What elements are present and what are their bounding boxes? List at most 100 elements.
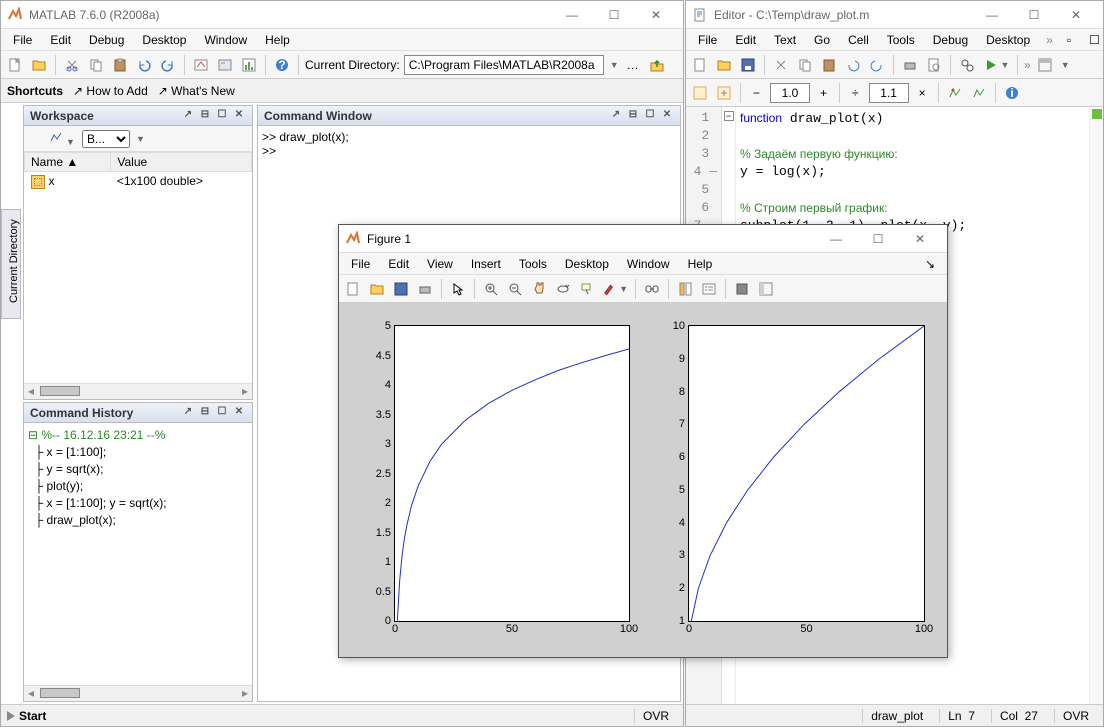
- ws-col-value[interactable]: Value: [111, 153, 252, 172]
- menu-file[interactable]: File: [690, 31, 725, 49]
- list-item[interactable]: ├ x = [1:100]; y = sqrt(x);: [28, 495, 248, 512]
- plus-button[interactable]: +: [814, 86, 833, 100]
- maximize-button[interactable]: ☐: [857, 226, 899, 252]
- close-button[interactable]: ✕: [1055, 2, 1097, 28]
- fold-toggle-icon[interactable]: −: [724, 111, 734, 121]
- save-icon[interactable]: [738, 55, 758, 75]
- close-button[interactable]: ✕: [899, 226, 941, 252]
- minus-button[interactable]: −: [747, 86, 766, 100]
- divide-button[interactable]: ÷: [846, 86, 865, 100]
- menu-help[interactable]: Help: [680, 255, 721, 273]
- rotate-icon[interactable]: [553, 279, 573, 299]
- hide-tools-icon[interactable]: [732, 279, 752, 299]
- undock-icon[interactable]: ↗: [181, 406, 195, 420]
- table-row[interactable]: x <1x100 double>: [25, 172, 252, 191]
- figure-titlebar[interactable]: Figure 1 — ☐ ✕: [339, 225, 947, 253]
- menu-desktop[interactable]: Desktop: [557, 255, 617, 273]
- restore-icon[interactable]: ☐: [1081, 31, 1104, 49]
- scrollbar-horizontal[interactable]: ◂▸: [24, 685, 252, 701]
- menu-desktop[interactable]: Desktop: [134, 31, 194, 49]
- cut-icon[interactable]: [771, 55, 791, 75]
- command-window-header[interactable]: Command Window ↗ ⊟ ☐ ✕: [258, 106, 680, 126]
- dropdown-icon[interactable]: ▼: [610, 60, 619, 70]
- redo-icon[interactable]: [867, 55, 887, 75]
- undo-icon[interactable]: [843, 55, 863, 75]
- zoom-step-input[interactable]: [770, 83, 810, 103]
- info-icon[interactable]: i: [1002, 83, 1022, 103]
- close-panel-icon[interactable]: ✕: [232, 406, 246, 420]
- guide-icon[interactable]: [215, 55, 235, 75]
- undo-icon[interactable]: [134, 55, 154, 75]
- browse-dir-button[interactable]: …: [623, 55, 643, 75]
- simulink-icon[interactable]: [191, 55, 211, 75]
- dock-icon[interactable]: ⊟: [626, 109, 640, 123]
- menu-view[interactable]: View: [419, 255, 461, 273]
- restore-icon[interactable]: ☐: [215, 406, 229, 420]
- zoom-factor-input[interactable]: [869, 83, 909, 103]
- list-item[interactable]: ├ x = [1:100];: [28, 444, 248, 461]
- paste-icon[interactable]: [819, 55, 839, 75]
- minimize-button[interactable]: —: [551, 2, 593, 28]
- menu-go[interactable]: Go: [806, 31, 838, 49]
- menu-help[interactable]: Help: [257, 31, 298, 49]
- workspace-table[interactable]: Name ▲ Value x <1x100 double>: [24, 152, 252, 191]
- menu-text[interactable]: Text: [766, 31, 804, 49]
- list-item[interactable]: ⊟ %-- 16.12.16 23:21 --%: [28, 427, 248, 444]
- print-icon[interactable]: [415, 279, 435, 299]
- menu-edit[interactable]: Edit: [380, 255, 417, 273]
- ws-plot-dropdown[interactable]: ▼: [48, 129, 78, 148]
- undock-icon[interactable]: ↗: [181, 109, 195, 123]
- shortcut-howto[interactable]: ↗ How to Add: [73, 84, 148, 98]
- editor-titlebar[interactable]: Editor - C:\Temp\draw_plot.m — ☐ ✕: [686, 1, 1103, 29]
- dock-icon[interactable]: ⊟: [198, 406, 212, 420]
- publish2-icon[interactable]: [969, 83, 989, 103]
- link-icon[interactable]: [642, 279, 662, 299]
- menu-debug[interactable]: Debug: [81, 31, 132, 49]
- cell-insert-icon[interactable]: [690, 83, 710, 103]
- dock-icon[interactable]: ↘: [917, 255, 943, 273]
- paste-icon[interactable]: [110, 55, 130, 75]
- cut-icon[interactable]: [62, 55, 82, 75]
- times-button[interactable]: ×: [913, 86, 932, 100]
- profiler-icon[interactable]: [239, 55, 259, 75]
- legend-icon[interactable]: [699, 279, 719, 299]
- new-file-icon[interactable]: [5, 55, 25, 75]
- menu-tools[interactable]: Tools: [511, 255, 555, 273]
- minimize-button[interactable]: —: [971, 2, 1013, 28]
- menu-tools[interactable]: Tools: [879, 31, 923, 49]
- colorbar-icon[interactable]: [675, 279, 695, 299]
- close-panel-icon[interactable]: ✕: [660, 109, 674, 123]
- list-item[interactable]: ├ draw_plot(x);: [28, 512, 248, 529]
- print-icon[interactable]: [900, 55, 920, 75]
- menu-cell[interactable]: Cell: [840, 31, 877, 49]
- command-history-header[interactable]: Command History ↗ ⊟ ☐ ✕: [24, 403, 252, 423]
- copy-icon[interactable]: [86, 55, 106, 75]
- menu-desktop[interactable]: Desktop: [978, 31, 1038, 49]
- toolbar-overflow-icon[interactable]: »: [1042, 33, 1057, 47]
- close-button[interactable]: ✕: [635, 2, 677, 28]
- menu-insert[interactable]: Insert: [463, 255, 509, 273]
- open-folder-icon[interactable]: [367, 279, 387, 299]
- cell-eval-icon[interactable]: [714, 83, 734, 103]
- error-strip[interactable]: [1089, 107, 1103, 704]
- undock-icon[interactable]: ▫: [1059, 31, 1079, 49]
- dock-icon[interactable]: ⊟: [198, 109, 212, 123]
- redo-icon[interactable]: [158, 55, 178, 75]
- toolbar-overflow-icon[interactable]: »: [1024, 58, 1031, 72]
- scrollbar-horizontal[interactable]: ◂▸: [24, 383, 252, 399]
- restore-icon[interactable]: ☐: [215, 109, 229, 123]
- maximize-button[interactable]: ☐: [593, 2, 635, 28]
- close-panel-icon[interactable]: ✕: [232, 109, 246, 123]
- start-button[interactable]: Start: [7, 709, 46, 723]
- dock-panel-icon[interactable]: [1035, 55, 1055, 75]
- undock-icon[interactable]: ↗: [609, 109, 623, 123]
- menu-file[interactable]: File: [343, 255, 378, 273]
- menu-edit[interactable]: Edit: [42, 31, 79, 49]
- list-item[interactable]: ├ y = sqrt(x);: [28, 461, 248, 478]
- workspace-header[interactable]: Workspace ↗ ⊟ ☐ ✕: [24, 106, 252, 126]
- open-folder-icon[interactable]: [714, 55, 734, 75]
- copy-icon[interactable]: [795, 55, 815, 75]
- matlab-titlebar[interactable]: MATLAB 7.6.0 (R2008a) — ☐ ✕: [1, 1, 683, 29]
- menu-debug[interactable]: Debug: [925, 31, 976, 49]
- current-directory-tab[interactable]: Current Directory: [1, 209, 21, 319]
